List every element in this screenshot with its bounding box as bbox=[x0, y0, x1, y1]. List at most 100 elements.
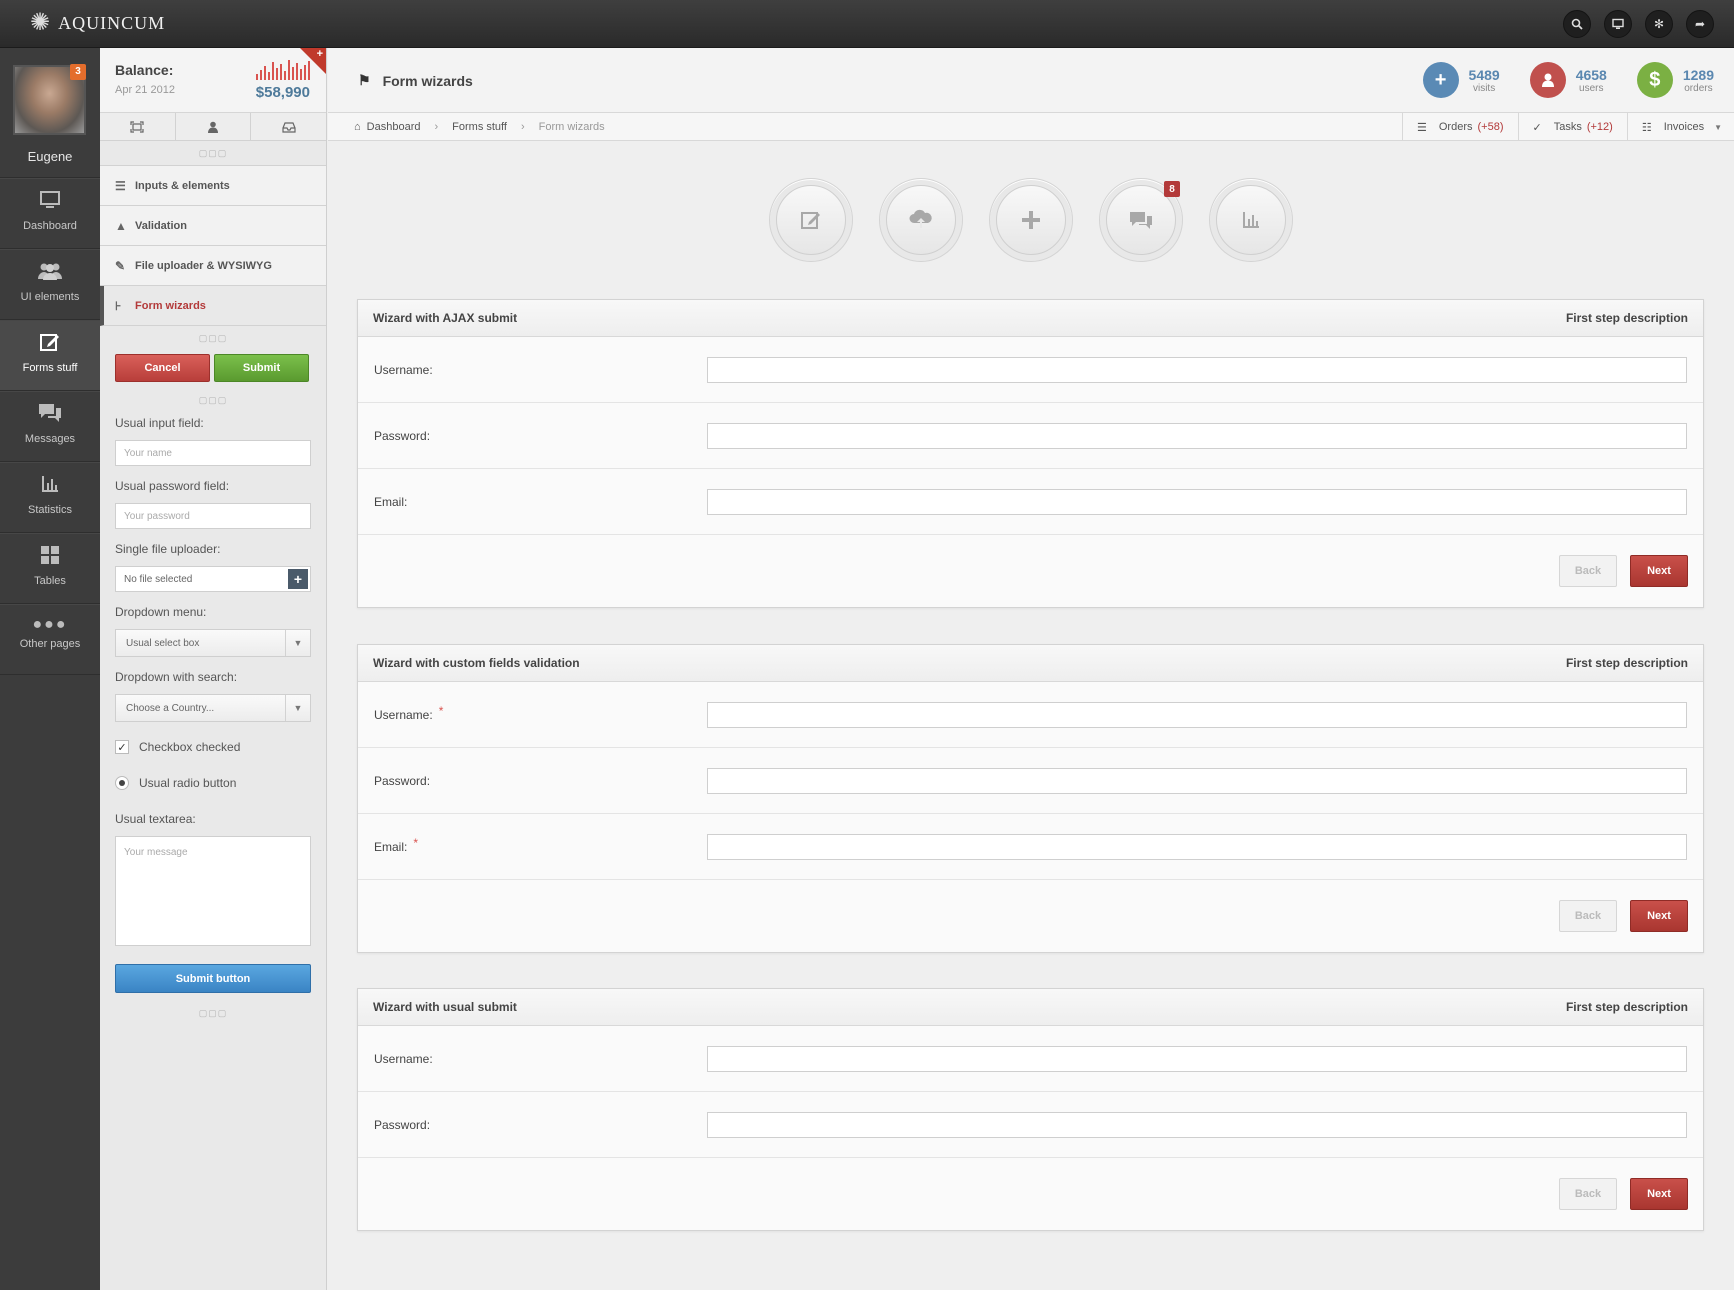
message-count-badge: 8 bbox=[1164, 181, 1180, 197]
check-icon: ✓ bbox=[1532, 121, 1542, 134]
balance-amount: $58,990 bbox=[255, 84, 310, 101]
wizard-step: First step description bbox=[1565, 311, 1688, 325]
password-field[interactable] bbox=[707, 422, 1687, 449]
radio-button[interactable] bbox=[115, 776, 129, 790]
quick-upload-button[interactable] bbox=[879, 178, 963, 262]
invoices-action[interactable]: ☷ Invoices ▼ bbox=[1626, 113, 1734, 141]
orders-action[interactable]: ☰ Orders (+58) bbox=[1402, 113, 1518, 141]
nav-item-messages[interactable]: Messages bbox=[0, 391, 100, 462]
nav-label: Dashboard bbox=[23, 220, 77, 232]
email-field[interactable] bbox=[707, 833, 1687, 860]
file-uploader[interactable]: No file selected + bbox=[115, 566, 311, 592]
email-field[interactable] bbox=[707, 488, 1687, 515]
stat-value: 1289 bbox=[1682, 66, 1714, 83]
stat-orders[interactable]: $ 1289 orders bbox=[1636, 62, 1714, 98]
field-label: Username: * bbox=[374, 703, 444, 722]
form-row: Password: bbox=[358, 1092, 1703, 1158]
back-button[interactable]: Back bbox=[1559, 1178, 1617, 1210]
action-count: (+58) bbox=[1477, 121, 1504, 133]
quick-add-button[interactable] bbox=[989, 178, 1073, 262]
nav-item-ui-elements[interactable]: UI elements bbox=[0, 249, 100, 320]
username-field[interactable] bbox=[707, 356, 1687, 383]
country-select[interactable]: Choose a Country... ▼ bbox=[115, 694, 311, 722]
breadcrumb-actions: ☰ Orders (+58) ✓ Tasks (+12) ☷ Invoices … bbox=[1402, 113, 1734, 141]
notification-badge[interactable]: 3 bbox=[70, 64, 86, 80]
divider: ▢▢▢ bbox=[198, 1008, 228, 1018]
cloud-upload-icon bbox=[886, 185, 956, 255]
nav-item-tables[interactable]: Tables bbox=[0, 533, 100, 604]
share-icon[interactable]: ➦ bbox=[1686, 10, 1714, 38]
quick-stats-button[interactable] bbox=[1209, 178, 1293, 262]
more-icon: ●●● bbox=[32, 616, 68, 633]
radio-row[interactable]: Usual radio button bbox=[100, 776, 326, 790]
message-textarea[interactable]: Your message bbox=[115, 836, 311, 946]
quick-messages-button[interactable]: 8 bbox=[1099, 178, 1183, 262]
plus-icon: + bbox=[1422, 62, 1459, 98]
username-field[interactable] bbox=[707, 701, 1687, 728]
search-icon[interactable] bbox=[1563, 10, 1591, 38]
next-button[interactable]: Next bbox=[1630, 900, 1688, 932]
stat-users[interactable]: 4658 users bbox=[1529, 62, 1607, 98]
edit-icon bbox=[776, 185, 846, 255]
user-name[interactable]: Eugene bbox=[0, 149, 100, 164]
submit-button[interactable]: Submit bbox=[214, 354, 309, 382]
nav-item-forms-stuff[interactable]: Forms stuff bbox=[0, 320, 100, 391]
next-button[interactable]: Next bbox=[1630, 555, 1688, 587]
user-icon[interactable] bbox=[176, 113, 252, 140]
nav-item-statistics[interactable]: Statistics bbox=[0, 462, 100, 533]
dropdown-select[interactable]: Usual select box ▼ bbox=[115, 629, 311, 657]
submit-form-button[interactable]: Submit button bbox=[115, 964, 311, 993]
nav-label: Other pages bbox=[19, 638, 81, 650]
field-label: Username: bbox=[374, 1051, 433, 1066]
wizard-header: Wizard with custom fields validation Fir… bbox=[358, 645, 1703, 682]
password-input[interactable]: Your password bbox=[115, 503, 311, 529]
tasks-action[interactable]: ✓ Tasks (+12) bbox=[1517, 113, 1627, 141]
back-button[interactable]: Back bbox=[1559, 900, 1617, 932]
checkbox[interactable]: ✓ bbox=[115, 740, 129, 754]
nav-label: Messages bbox=[24, 433, 76, 445]
monitor-icon[interactable] bbox=[1604, 10, 1632, 38]
name-input[interactable]: Your name bbox=[115, 440, 311, 466]
stat-visits[interactable]: + 5489 visits bbox=[1422, 62, 1500, 98]
user-icon bbox=[1529, 62, 1566, 98]
checkbox-row[interactable]: ✓ Checkbox checked bbox=[100, 740, 326, 754]
cancel-button[interactable]: Cancel bbox=[115, 354, 210, 382]
submenu-item-form-wizards[interactable]: ⊦ Form wizards bbox=[100, 286, 326, 326]
action-label: Invoices bbox=[1663, 121, 1705, 133]
breadcrumb-bar: ⌂ Dashboard › Forms stuff › Form wizards… bbox=[328, 113, 1734, 141]
add-file-button[interactable]: + bbox=[288, 569, 308, 589]
plus-icon[interactable]: + bbox=[317, 48, 323, 60]
submenu-item-validation[interactable]: ▲ Validation bbox=[100, 206, 326, 246]
form-row: Username: bbox=[358, 337, 1703, 403]
submenu-label: Form wizards bbox=[135, 299, 206, 312]
divider: ▢▢▢ bbox=[198, 148, 228, 158]
submenu-item-inputs[interactable]: ☰ Inputs & elements bbox=[100, 166, 326, 206]
back-button[interactable]: Back bbox=[1559, 555, 1617, 587]
balance-date: Apr 21 2012 bbox=[115, 84, 175, 96]
field-label: Email: * bbox=[374, 835, 419, 854]
inbox-icon[interactable] bbox=[251, 113, 326, 140]
username-field[interactable] bbox=[707, 1045, 1687, 1072]
quick-edit-button[interactable] bbox=[769, 178, 853, 262]
next-button[interactable]: Next bbox=[1630, 1178, 1688, 1210]
logo[interactable]: ✺ AQUINCUM bbox=[30, 11, 165, 35]
field-label: Password: bbox=[374, 428, 431, 443]
submenu-item-file-uploader[interactable]: ✎ File uploader & WYSIWYG bbox=[100, 246, 326, 286]
password-field[interactable] bbox=[707, 1111, 1687, 1138]
stat-value: 4658 bbox=[1575, 66, 1607, 83]
breadcrumb-item[interactable]: Forms stuff bbox=[452, 121, 507, 133]
main-content: ⚑ Form wizards + 5489 visits 4658 users $ … bbox=[328, 48, 1734, 1290]
gear-icon[interactable]: ✻ bbox=[1645, 10, 1673, 38]
nav-label: Statistics bbox=[27, 504, 72, 516]
form-row: Password: bbox=[358, 403, 1703, 469]
password-field[interactable] bbox=[707, 767, 1687, 794]
breadcrumb-item[interactable]: Dashboard bbox=[367, 121, 421, 133]
dollar-icon: $ bbox=[1636, 62, 1673, 98]
fullscreen-icon[interactable] bbox=[100, 113, 176, 140]
nav-item-dashboard[interactable]: Dashboard bbox=[0, 178, 100, 249]
pencil-icon: ✎ bbox=[115, 258, 126, 273]
invoice-icon: ☷ bbox=[1641, 121, 1652, 134]
action-label: Tasks bbox=[1553, 121, 1582, 133]
nav-item-other-pages[interactable]: ●●● Other pages bbox=[0, 604, 100, 675]
breadcrumb: ⌂ Dashboard › Forms stuff › Form wizards bbox=[354, 113, 605, 141]
